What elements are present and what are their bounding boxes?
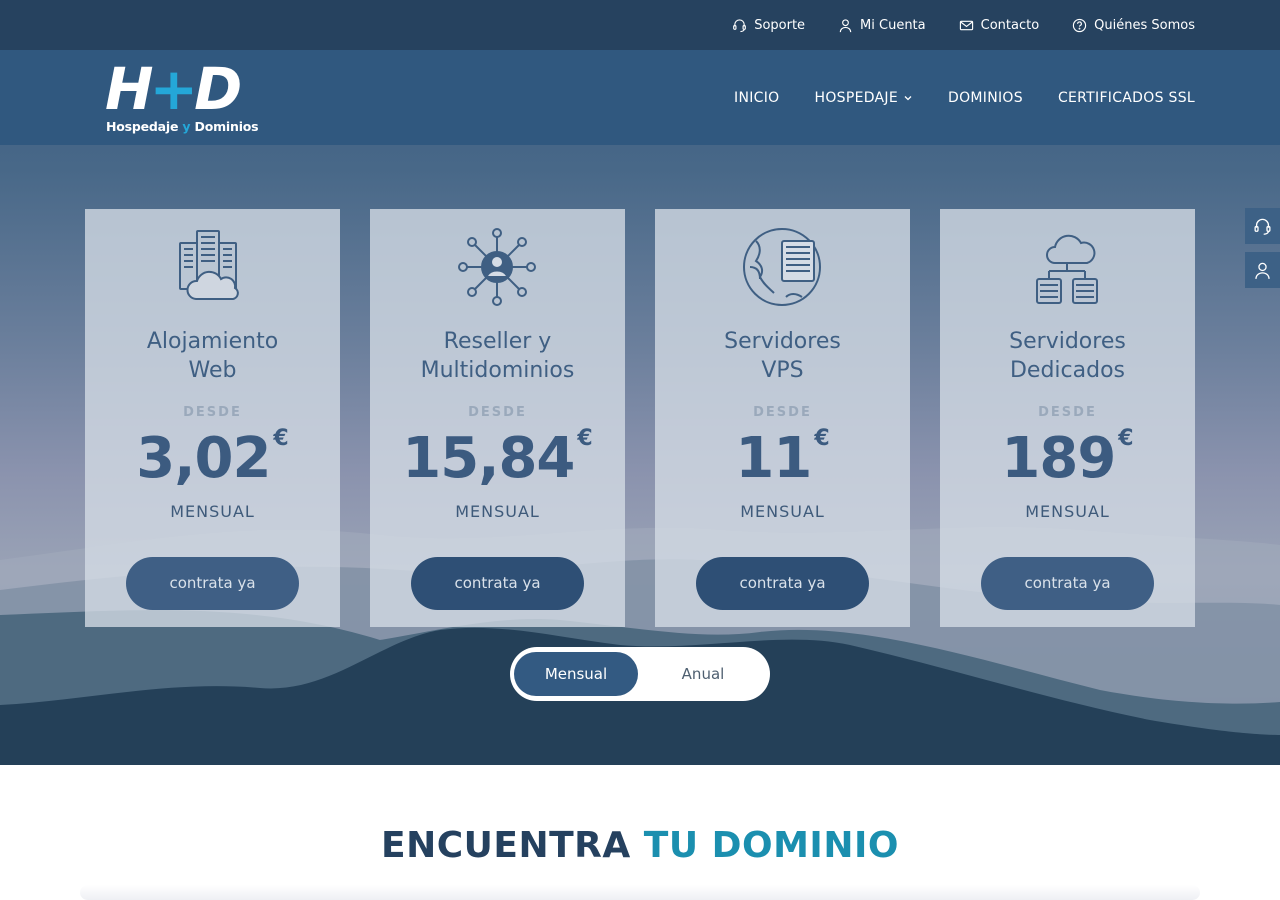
top-link-mi-cuenta[interactable]: Mi Cuenta — [838, 18, 926, 33]
headset-icon — [1254, 218, 1271, 235]
top-link-label: Quiénes Somos — [1094, 17, 1195, 33]
plan-price: 15,84 € — [370, 424, 625, 494]
plan-desde-label: DESDE — [1038, 405, 1097, 420]
billing-toggle: Mensual Anual — [510, 647, 770, 701]
plan-card-vps: Servidores VPS DESDE 11 € MENSUAL contrata… — [655, 209, 910, 627]
plan-period: MENSUAL — [740, 502, 825, 521]
top-link-soporte[interactable]: Soporte — [732, 18, 805, 33]
top-link-label: Contacto — [980, 17, 1040, 33]
price-currency: € — [814, 426, 830, 451]
user-icon — [1255, 262, 1270, 279]
top-link-label: Soporte — [754, 17, 806, 33]
domain-section-title: ENCUENTRA TU DOMINIO — [381, 825, 899, 866]
top-link-label: Mi Cuenta — [860, 17, 926, 33]
site-logo[interactable]: H+D Hospedaje y Dominios — [105, 58, 275, 138]
plan-title: Servidores VPS — [724, 329, 841, 383]
nav-dominios[interactable]: DOMINIOS — [948, 90, 1023, 106]
plan-desde-label: DESDE — [468, 405, 527, 420]
plan-period: MENSUAL — [1025, 502, 1110, 521]
contrata-ya-button[interactable]: contrata ya — [696, 557, 869, 610]
side-account-button[interactable] — [1245, 252, 1280, 288]
plan-price: 189 € — [940, 424, 1195, 494]
headset-icon — [733, 18, 747, 32]
price-amount: 15,84 — [402, 426, 575, 491]
envelope-icon — [959, 20, 973, 30]
top-links: Soporte Mi Cuenta Contacto Quiénes Somos — [732, 0, 1195, 50]
contrata-ya-button[interactable]: contrata ya — [981, 557, 1154, 610]
user-network-icon — [458, 228, 536, 306]
top-link-contacto[interactable]: Contacto — [959, 17, 1040, 33]
nav-certificados-ssl[interactable]: CERTIFICADOS SSL — [1058, 90, 1195, 106]
cloud-servers-icon — [1036, 234, 1098, 304]
plan-period: MENSUAL — [455, 502, 540, 521]
nav-inicio[interactable]: INICIO — [734, 90, 779, 106]
price-currency: € — [577, 426, 593, 451]
contrata-ya-button[interactable]: contrata ya — [411, 557, 584, 610]
plan-title: Servidores Dedicados — [1009, 329, 1126, 383]
main-header: H+D Hospedaje y Dominios INICIO HOSPEDAJ… — [0, 50, 1280, 145]
domain-search-box-edge — [80, 885, 1200, 900]
plan-price: 11 € — [655, 424, 910, 494]
plan-price: 3,02 € — [85, 424, 340, 494]
price-amount: 11 — [735, 426, 812, 491]
main-nav: INICIO HOSPEDAJE DOMINIOS CERTIFICADOS S… — [734, 50, 1195, 145]
top-link-quienes-somos[interactable]: Quiénes Somos — [1072, 18, 1195, 33]
contrata-ya-button[interactable]: contrata ya — [126, 557, 299, 610]
price-amount: 189 — [1001, 426, 1116, 491]
plan-desde-label: DESDE — [753, 405, 812, 420]
plan-desde-label: DESDE — [183, 405, 242, 420]
chevron-down-icon — [904, 95, 912, 100]
plan-title: Reseller y Multidominios — [420, 329, 575, 383]
toggle-anual[interactable]: Anual — [640, 652, 766, 696]
toggle-mensual[interactable]: Mensual — [514, 652, 638, 696]
price-amount: 3,02 — [136, 426, 271, 491]
side-support-button[interactable] — [1245, 208, 1280, 244]
plan-card-reseller: Reseller y Multidominios DESDE 15,84 € MEN… — [370, 209, 625, 627]
top-bar: Soporte Mi Cuenta Contacto Quiénes Somos — [0, 0, 1280, 50]
price-currency: € — [273, 426, 289, 451]
plan-card-dedicados: Servidores Dedicados DESDE 189 € MENSUAL c… — [940, 209, 1195, 627]
logo-tagline: Hospedaje y Dominios — [106, 119, 259, 134]
logo-mark: H+D — [105, 55, 242, 123]
question-circle-icon — [1073, 18, 1087, 32]
price-currency: € — [1118, 426, 1134, 451]
building-cloud-icon — [179, 230, 239, 300]
user-icon — [839, 18, 852, 32]
plan-card-alojamiento-web: Alojamiento Web DESDE 3,02 € MENSUAL contr… — [85, 209, 340, 627]
plan-period: MENSUAL — [170, 502, 255, 521]
plan-title: Alojamiento Web — [146, 329, 279, 383]
nav-hospedaje[interactable]: HOSPEDAJE — [815, 90, 914, 106]
globe-server-icon — [743, 228, 821, 306]
